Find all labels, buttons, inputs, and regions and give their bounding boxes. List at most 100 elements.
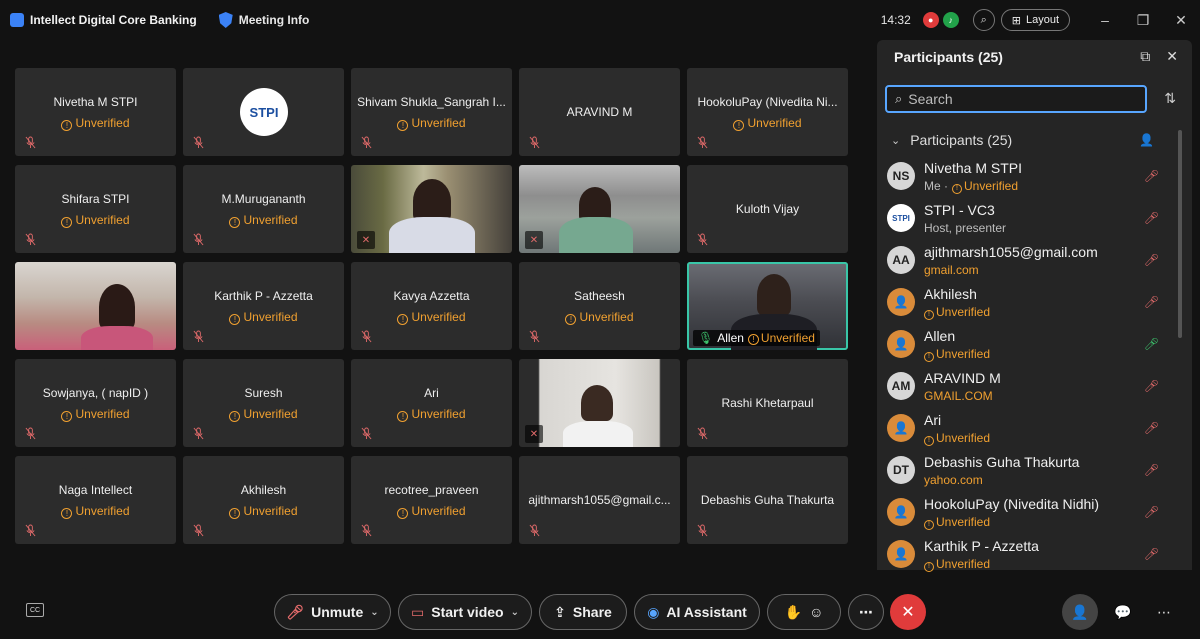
- video-tile[interactable]: ajithmarsh1055@gmail.c...: [519, 456, 680, 544]
- video-tile[interactable]: Karthik P - Azzetta ! Unverified: [183, 262, 344, 350]
- tile-name: Rashi Khetarpaul: [721, 396, 814, 410]
- participant-name: STPI - VC3: [924, 202, 995, 218]
- mic-muted-icon[interactable]: 🎤︎: [1144, 421, 1159, 435]
- tile-name: Kuloth Vijay: [735, 202, 800, 216]
- video-feed-tile[interactable]: [15, 262, 176, 350]
- sort-icon[interactable]: ⇅: [1164, 90, 1176, 107]
- closed-captions-icon[interactable]: CC: [26, 603, 44, 617]
- restore-icon[interactable]: ❐: [1124, 0, 1162, 40]
- video-tile[interactable]: M.Murugananth ! Unverified: [183, 165, 344, 253]
- video-tile[interactable]: STPI: [183, 68, 344, 156]
- chat-button[interactable]: 💬: [1105, 594, 1141, 630]
- list-item[interactable]: 👤 Karthik P - Azzetta ! Unverified 🎤︎: [885, 534, 1175, 576]
- video-tile[interactable]: recotree_praveen ! Unverified: [351, 456, 512, 544]
- mic-on-icon[interactable]: 🎤︎: [1144, 337, 1159, 351]
- video-tile[interactable]: Sowjanya, ( napID ) ! Unverified: [15, 359, 176, 447]
- mic-muted-icon[interactable]: 🎤︎: [1144, 295, 1159, 309]
- tile-name: Nivetha M STPI: [53, 95, 138, 109]
- video-feed-tile[interactable]: ✕: [351, 165, 512, 253]
- recording-indicator-icon[interactable]: ●: [922, 12, 939, 28]
- close-icon[interactable]: ✕: [1162, 0, 1200, 40]
- participant-name: ARAVIND M: [924, 370, 1001, 386]
- list-item[interactable]: NS Nivetha M STPI Me ·! Unverified 🎤︎: [885, 156, 1175, 198]
- minimize-icon[interactable]: –: [1086, 0, 1124, 40]
- popout-icon[interactable]: ⧉: [1140, 48, 1150, 65]
- search-icon[interactable]: ⌕: [972, 9, 995, 31]
- video-tile[interactable]: Shivam Shukla_Sangrah I... ! Unverified: [351, 68, 512, 156]
- list-item[interactable]: DT Debashis Guha Thakurta yahoo.com 🎤︎: [885, 450, 1175, 492]
- mic-muted-icon[interactable]: 🎤︎: [1144, 169, 1159, 183]
- tile-unverified: ! Unverified: [183, 213, 344, 228]
- close-panel-icon[interactable]: ✕: [1166, 48, 1178, 65]
- chevron-down-icon[interactable]: ⌄: [511, 607, 519, 618]
- list-item[interactable]: 👤 Akhilesh ! Unverified 🎤︎: [885, 282, 1175, 324]
- search-icon: ⌕: [895, 91, 903, 106]
- layout-button[interactable]: ⊞ Layout: [1000, 9, 1070, 31]
- video-tile[interactable]: HookoluPay (Nivedita Ni... ! Unverified: [687, 68, 848, 156]
- tile-unverified: ! Unverified: [519, 310, 680, 325]
- unmute-button[interactable]: 🎤︎ Unmute ⌄: [274, 594, 391, 630]
- video-tile[interactable]: Satheesh ! Unverified: [519, 262, 680, 350]
- mic-muted-icon: [361, 427, 373, 441]
- audio-indicator-icon[interactable]: ♪: [942, 12, 959, 28]
- mic-muted-icon[interactable]: 🎤︎: [1144, 379, 1159, 393]
- raise-hand-icon[interactable]: ✋: [785, 604, 802, 621]
- more-panels-button[interactable]: ⋯: [1146, 594, 1182, 630]
- video-tile[interactable]: Suresh ! Unverified: [183, 359, 344, 447]
- start-video-button[interactable]: ▭ Start video ⌄: [398, 594, 532, 630]
- mic-muted-icon: [361, 136, 373, 150]
- list-item[interactable]: 👤 Ari ! Unverified 🎤︎: [885, 408, 1175, 450]
- active-speaker-tile[interactable]: 🎙 Allen ! Unverified: [687, 262, 848, 350]
- ai-assistant-button[interactable]: ◉ AI Assistant: [634, 594, 760, 630]
- participants-section-header[interactable]: ⌄ Participants (25): [891, 132, 1012, 148]
- video-tile[interactable]: Debashis Guha Thakurta: [687, 456, 848, 544]
- video-tile[interactable]: Rashi Khetarpaul: [687, 359, 848, 447]
- mic-muted-icon[interactable]: 🎤︎: [1144, 211, 1159, 225]
- search-input[interactable]: [908, 91, 1129, 107]
- participant-status: Me ·! Unverified: [924, 179, 1019, 194]
- avatar: STPI: [887, 204, 915, 232]
- list-item[interactable]: 👤 HookoluPay (Nivedita Nidhi) ! Unverifie…: [885, 492, 1175, 534]
- video-feed-tile[interactable]: ✕: [519, 165, 680, 253]
- video-tile[interactable]: Shifara STPI ! Unverified: [15, 165, 176, 253]
- mic-muted-icon[interactable]: 🎤︎: [1144, 253, 1159, 267]
- start-video-label: Start video: [431, 604, 504, 620]
- video-tile[interactable]: Kuloth Vijay: [687, 165, 848, 253]
- tile-name: Debashis Guha Thakurta: [700, 493, 835, 507]
- share-button[interactable]: ⇪ Share: [539, 594, 627, 630]
- video-tile[interactable]: Naga Intellect ! Unverified: [15, 456, 176, 544]
- mic-muted-icon[interactable]: 🎤︎: [1144, 463, 1159, 477]
- participant-name: Karthik P - Azzetta: [924, 538, 1039, 554]
- mic-muted-icon: ✕: [525, 425, 543, 443]
- list-item[interactable]: AA ajithmarsh1055@gmail.com gmail.com 🎤︎: [885, 240, 1175, 282]
- list-item[interactable]: STPI STPI - VC3 Host, presenter 🎤︎: [885, 198, 1175, 240]
- panel-scrollbar[interactable]: [1178, 130, 1182, 338]
- mic-muted-icon: [193, 330, 205, 344]
- meeting-info-button[interactable]: Meeting Info: [218, 12, 309, 28]
- participants-toggle-button[interactable]: 👤: [1062, 594, 1098, 630]
- reactions-button[interactable]: ✋ ☺: [767, 594, 841, 630]
- list-item[interactable]: 👤 Allen ! Unverified 🎤︎: [885, 324, 1175, 366]
- video-tile[interactable]: Kavya Azzetta ! Unverified: [351, 262, 512, 350]
- speaker-name-tag: 🎙 Allen ! Unverified: [693, 330, 820, 346]
- mic-muted-icon: [25, 233, 37, 247]
- video-tile[interactable]: Nivetha M STPI ! Unverified: [15, 68, 176, 156]
- video-tile[interactable]: Akhilesh ! Unverified: [183, 456, 344, 544]
- mic-muted-icon[interactable]: 🎤︎: [1144, 547, 1159, 561]
- avatar: NS: [887, 162, 915, 190]
- mic-muted-icon: [697, 524, 709, 538]
- app-title: Intellect Digital Core Banking: [10, 13, 197, 27]
- ai-assistant-label: AI Assistant: [666, 604, 747, 620]
- emoji-icon[interactable]: ☺: [809, 604, 823, 620]
- more-options-button[interactable]: ⋯: [848, 594, 884, 630]
- layout-label: Layout: [1025, 14, 1059, 26]
- list-item[interactable]: AM ARAVIND M GMAIL.COM 🎤︎: [885, 366, 1175, 408]
- panel-title: Participants (25): [894, 49, 1003, 65]
- end-call-button[interactable]: ✕: [890, 594, 926, 630]
- video-tile[interactable]: Ari ! Unverified: [351, 359, 512, 447]
- video-feed-tile[interactable]: ✕: [519, 359, 680, 447]
- mic-muted-icon[interactable]: 🎤︎: [1144, 505, 1159, 519]
- chevron-down-icon[interactable]: ⌄: [370, 607, 378, 618]
- video-tile[interactable]: ARAVIND M: [519, 68, 680, 156]
- participant-name: Akhilesh: [924, 286, 977, 302]
